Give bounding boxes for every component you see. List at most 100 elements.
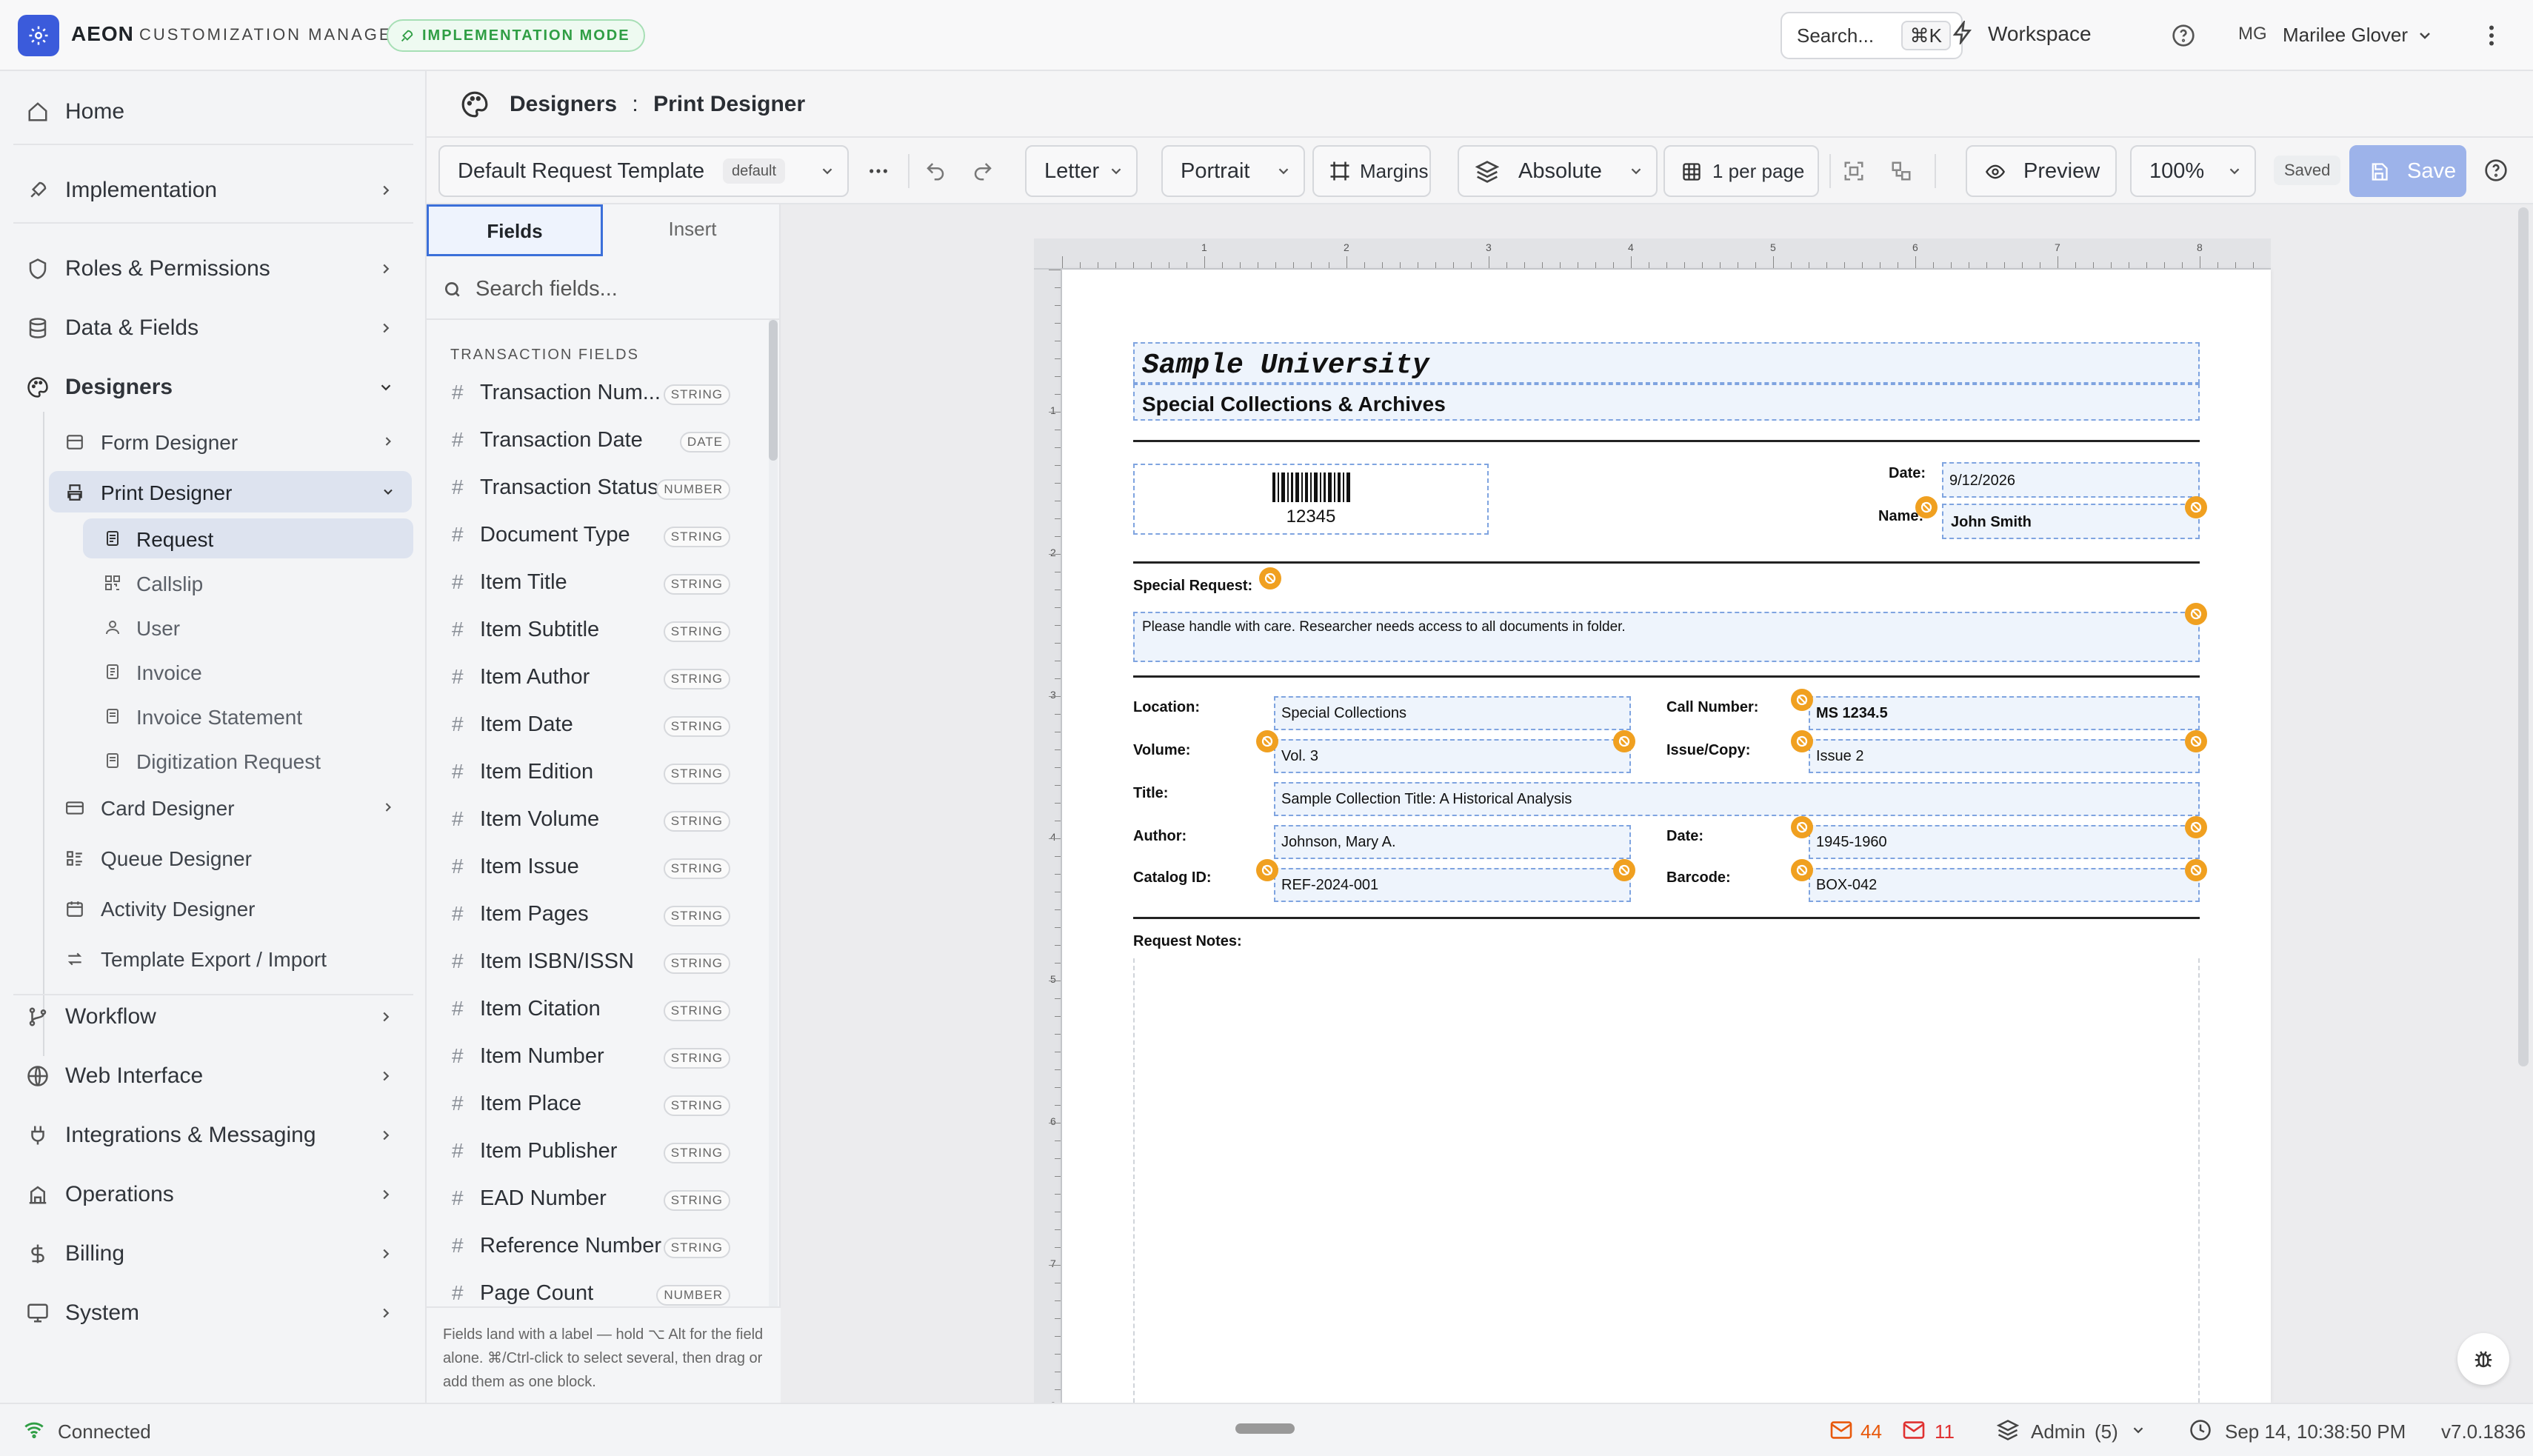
global-search-button[interactable]: Search... ⌘K (1781, 12, 1963, 59)
barcode-field[interactable]: 12345 (1133, 464, 1489, 535)
sidebar-item-designers[interactable]: Designers (13, 363, 413, 410)
focus-frame-icon[interactable] (1843, 160, 1865, 182)
issue-field[interactable]: Issue 2 (1809, 739, 2200, 773)
eye-off-icon[interactable] (1256, 730, 1278, 752)
eye-off-icon[interactable] (2185, 859, 2207, 881)
logo-gear-icon[interactable] (18, 15, 59, 56)
request-notes-area[interactable] (1133, 958, 2200, 1403)
chevron-down-icon[interactable] (2416, 27, 2434, 44)
sidebar-item-template-export[interactable]: Template Export / Import (49, 938, 412, 979)
zoom-select[interactable]: 100% (2130, 145, 2256, 197)
group-icon[interactable] (1890, 160, 1912, 182)
field-list-item[interactable]: # Item Issue STRING (427, 844, 763, 892)
field-list-item[interactable]: # Item Title STRING (427, 560, 763, 607)
user-name[interactable]: Marilee Glover (2283, 24, 2408, 47)
sidebar-item-data-fields[interactable]: Data & Fields (13, 304, 413, 351)
field-list-item[interactable]: # Item Publisher STRING (427, 1129, 763, 1176)
more-horizontal-icon[interactable] (868, 163, 889, 179)
field-list-item[interactable]: # Page Count NUMBER (427, 1271, 763, 1306)
field-list-item[interactable]: # Transaction Num... STRING (427, 370, 763, 418)
help-icon[interactable] (2172, 24, 2195, 47)
more-vertical-icon[interactable] (2484, 22, 2499, 49)
eye-off-icon[interactable] (2185, 496, 2207, 518)
field-list-item[interactable]: # Item Pages STRING (427, 892, 763, 939)
role-label[interactable]: Admin (2031, 1420, 2086, 1443)
field-list-item[interactable]: # Item Number STRING (427, 1034, 763, 1081)
help-icon[interactable] (2484, 158, 2508, 182)
paper-size-select[interactable]: Letter (1025, 145, 1138, 197)
resize-handle[interactable] (1235, 1423, 1295, 1434)
title-field[interactable]: Sample University (1133, 342, 2200, 384)
field-list-item[interactable]: # Document Type STRING (427, 512, 763, 560)
sidebar-item-card-designer[interactable]: Card Designer (49, 787, 412, 828)
workspace-button[interactable]: Workspace (1952, 21, 2092, 46)
layout-mode-select[interactable]: Absolute (1458, 145, 1658, 197)
sidebar-item-activity-designer[interactable]: Activity Designer (49, 887, 412, 929)
author-field[interactable]: Johnson, Mary A. (1274, 825, 1631, 859)
eye-off-icon[interactable] (1613, 859, 1635, 881)
eye-off-icon[interactable] (1613, 730, 1635, 752)
date-field[interactable]: 9/12/2026 (1942, 462, 2200, 498)
eye-off-icon[interactable] (2185, 603, 2207, 625)
eye-off-icon[interactable] (1791, 689, 1813, 711)
item-title-field[interactable]: Sample Collection Title: A Historical An… (1274, 782, 2200, 816)
field-list-item[interactable]: # Item Volume STRING (427, 797, 763, 844)
sidebar-item-request[interactable]: Request (83, 518, 413, 558)
eye-off-icon[interactable] (2185, 730, 2207, 752)
eye-off-icon[interactable] (1791, 730, 1813, 752)
mail-icon[interactable] (1829, 1420, 1853, 1440)
sidebar-item-integrations[interactable]: Integrations & Messaging (13, 1111, 413, 1158)
sidebar-item-billing[interactable]: Billing (13, 1229, 413, 1277)
location-field[interactable]: Special Collections (1274, 696, 1631, 730)
sidebar-item-invoice-statement[interactable]: Invoice Statement (83, 696, 413, 736)
field-list-item[interactable]: # Item Author STRING (427, 655, 763, 702)
margins-button[interactable]: Margins (1312, 145, 1431, 197)
sidebar-item-print-designer[interactable]: Print Designer (49, 471, 412, 512)
sidebar-item-queue-designer[interactable]: Queue Designer (49, 837, 412, 878)
item-date-field[interactable]: 1945-1960 (1809, 825, 2200, 859)
eye-off-icon[interactable] (2185, 816, 2207, 838)
breadcrumb-parent[interactable]: Designers (510, 92, 617, 116)
sidebar-item-operations[interactable]: Operations (13, 1170, 413, 1218)
name-field[interactable]: John Smith (1942, 504, 2200, 539)
redo-icon[interactable] (972, 160, 994, 182)
debug-button[interactable] (2457, 1333, 2509, 1385)
sidebar-item-user[interactable]: User (83, 607, 413, 647)
special-request-field[interactable]: Please handle with care. Researcher need… (1133, 612, 2200, 662)
sidebar-item-system[interactable]: System (13, 1289, 413, 1336)
eye-off-icon[interactable] (1791, 859, 1813, 881)
field-list-item[interactable]: # EAD Number STRING (427, 1176, 763, 1223)
sidebar-item-callslip[interactable]: Callslip (83, 563, 413, 603)
field-list-item[interactable]: # Item ISBN/ISSN STRING (427, 939, 763, 986)
eye-off-icon[interactable] (1259, 567, 1281, 590)
save-button[interactable]: Save (2349, 145, 2466, 197)
sidebar-item-roles[interactable]: Roles & Permissions (13, 244, 413, 292)
avatar[interactable]: MG (2238, 24, 2267, 44)
field-list-item[interactable]: # Item Subtitle STRING (427, 607, 763, 655)
field-list-scrollbar[interactable] (769, 320, 778, 1335)
print-page[interactable]: Sample University Special Collections & … (1062, 270, 2271, 1403)
sidebar-item-implementation[interactable]: Implementation (13, 166, 413, 213)
volume-field[interactable]: Vol. 3 (1274, 739, 1631, 773)
field-list-item[interactable]: # Item Place STRING (427, 1081, 763, 1129)
eye-off-icon[interactable] (1256, 859, 1278, 881)
field-list-item[interactable]: # Item Edition STRING (427, 749, 763, 797)
per-page-button[interactable]: 1 per page (1663, 145, 1819, 197)
eye-off-icon[interactable] (1791, 816, 1813, 838)
sidebar-item-digitization-request[interactable]: Digitization Request (83, 741, 413, 781)
sidebar-item-invoice[interactable]: Invoice (83, 652, 413, 692)
sidebar-item-form-designer[interactable]: Form Designer (49, 421, 412, 462)
field-list-item[interactable]: # Transaction Date DATE (427, 418, 763, 465)
template-select[interactable]: Default Request Template default (438, 145, 849, 197)
eye-off-icon[interactable] (1915, 496, 1938, 518)
undo-icon[interactable] (924, 160, 947, 182)
chevron-down-icon[interactable] (2130, 1422, 2146, 1438)
canvas-scrollbar[interactable] (2518, 207, 2529, 1066)
sidebar-item-home[interactable]: Home (13, 87, 413, 135)
field-list-item[interactable]: # Transaction Status NUMBER (427, 465, 763, 512)
call-number-field[interactable]: MS 1234.5 (1809, 696, 2200, 730)
mail-alert-icon[interactable] (1902, 1420, 1926, 1440)
field-list-item[interactable]: # Item Date STRING (427, 702, 763, 749)
field-list-item[interactable]: # Reference Number STRING (427, 1223, 763, 1271)
item-barcode-field[interactable]: BOX-042 (1809, 868, 2200, 902)
